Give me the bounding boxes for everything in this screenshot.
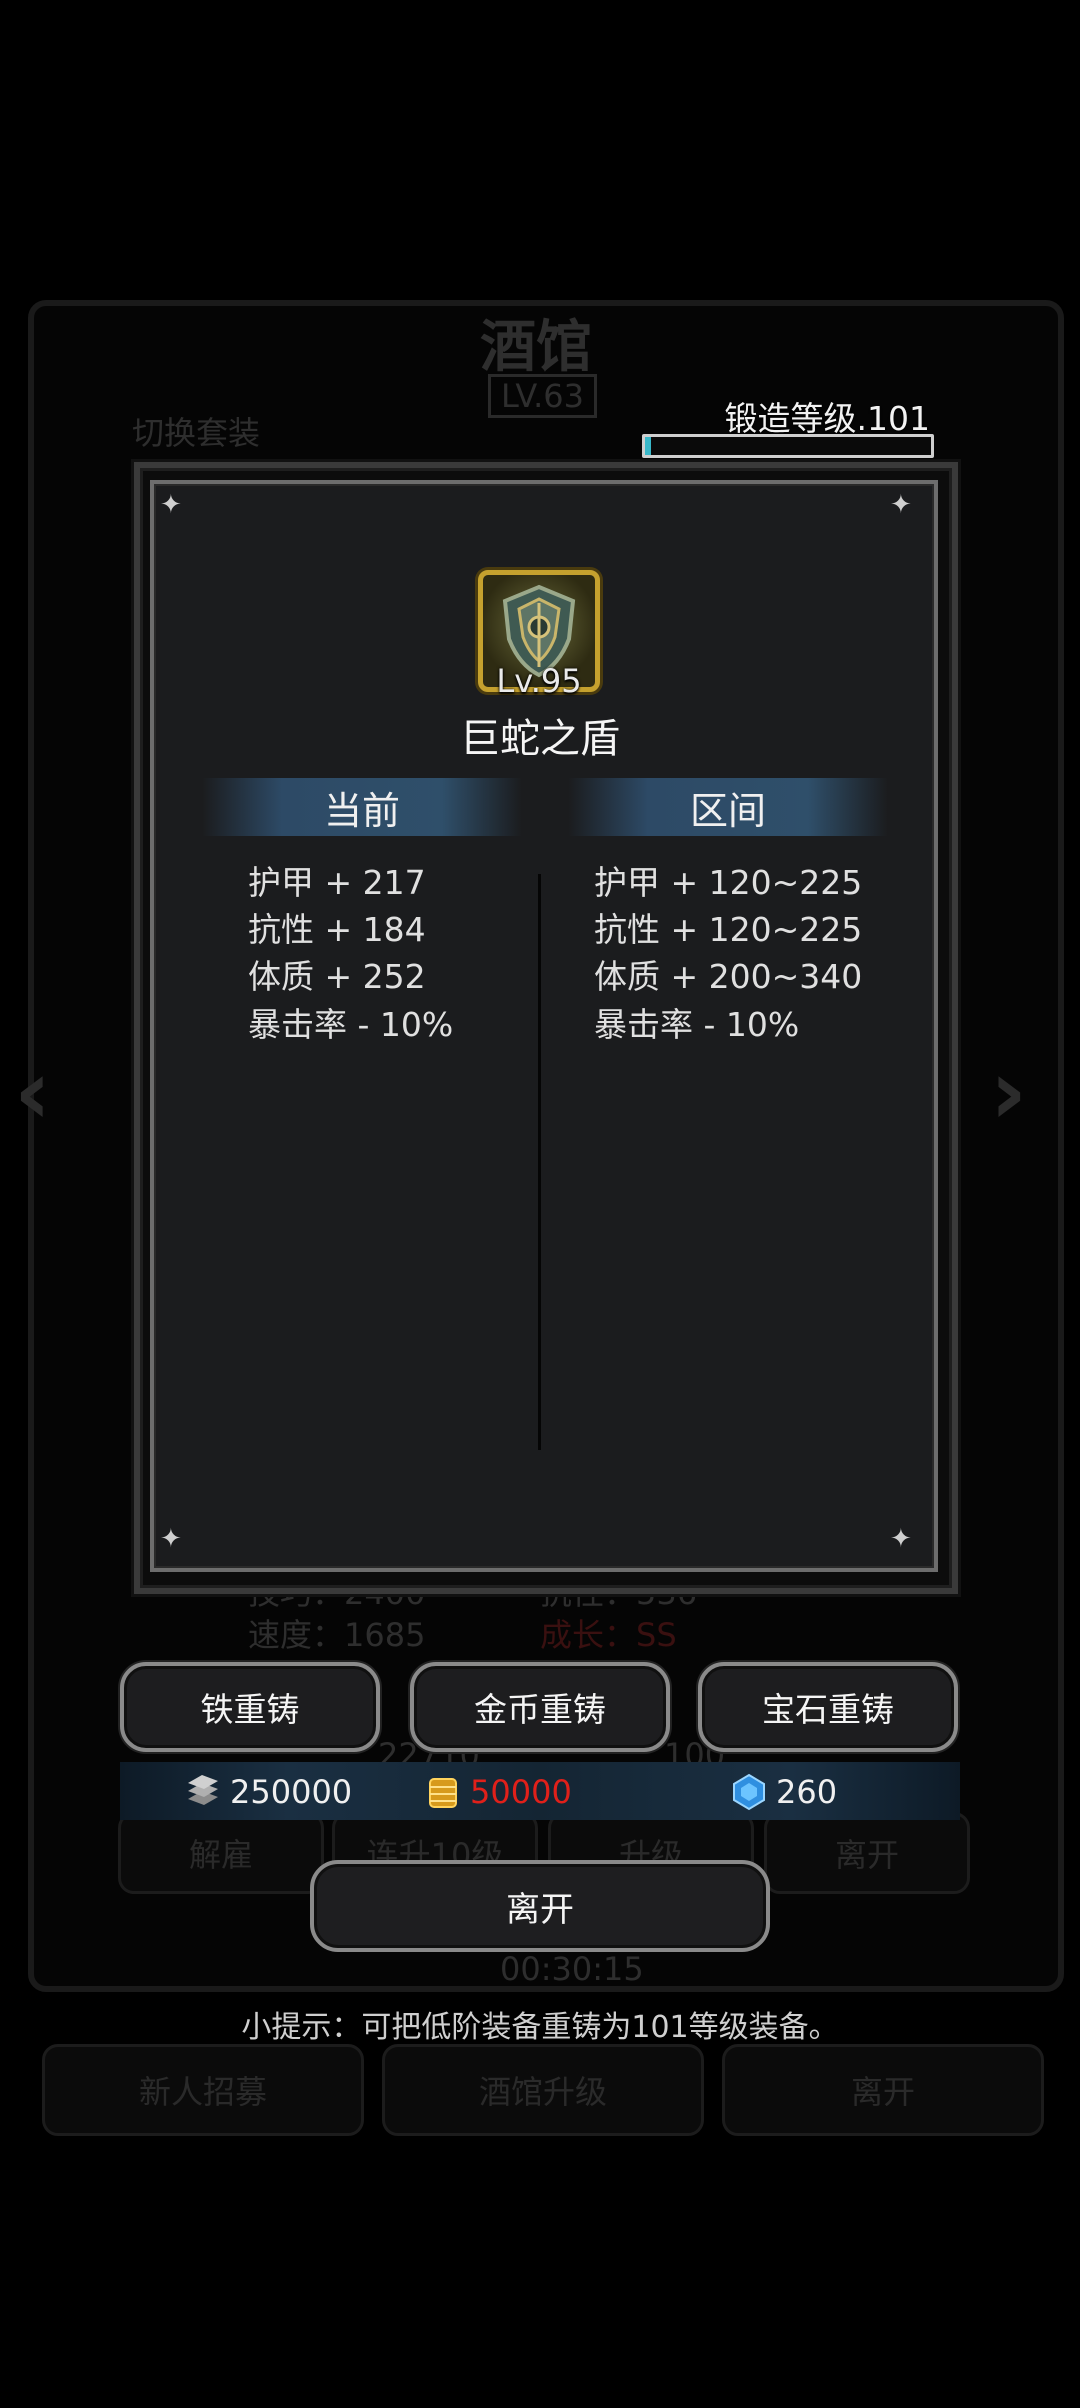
range-column-header: 区间 — [568, 778, 888, 836]
corner-ornament-icon: ✦ — [160, 490, 182, 520]
corner-ornament-icon: ✦ — [890, 490, 912, 520]
gem-amount: 260 — [776, 1773, 838, 1811]
bg-switch-set: 切换套装 — [132, 414, 261, 452]
gem-resource: 260 — [730, 1770, 837, 1814]
bg-bottom-leave-button: 离开 — [722, 2044, 1044, 2136]
next-arrow-icon: › — [990, 1040, 1028, 1145]
bg-stat: 成长：SS — [540, 1616, 677, 1654]
gem-reforge-button[interactable]: 宝石重铸 — [698, 1662, 958, 1752]
bg-timer: 00:30:15 — [500, 1950, 644, 1988]
bg-recruit-button: 新人招募 — [42, 2044, 364, 2136]
current-stat: 体质 + 252 — [248, 957, 426, 996]
iron-ingot-icon — [184, 1773, 222, 1811]
current-column-header: 当前 — [202, 778, 522, 836]
range-stat: 抗性 + 120~225 — [594, 910, 863, 949]
range-stat: 暴击率 - 10% — [594, 1005, 800, 1044]
current-stat: 暴击率 - 10% — [248, 1005, 454, 1044]
range-stat: 体质 + 200~340 — [594, 957, 863, 996]
bg-tavern-title: 酒馆 — [480, 315, 592, 380]
blue-gem-icon — [730, 1773, 768, 1811]
range-stat: 护甲 + 120~225 — [594, 863, 863, 902]
current-stat: 抗性 + 184 — [248, 910, 426, 949]
iron-resource: 250000 — [184, 1770, 352, 1814]
forge-level-label: 锻造等级.101 — [724, 399, 930, 438]
forge-progress-fill — [645, 437, 651, 455]
bg-leave-button: 离开 — [764, 1812, 970, 1894]
bg-stat: 速度：1685 — [248, 1616, 426, 1654]
gold-coin-icon — [424, 1773, 462, 1811]
gold-amount: 50000 — [470, 1773, 572, 1811]
corner-ornament-icon: ✦ — [890, 1524, 912, 1554]
prev-arrow-icon: ‹ — [14, 1040, 52, 1145]
iron-amount: 250000 — [230, 1773, 353, 1811]
corner-ornament-icon: ✦ — [160, 1524, 182, 1554]
tip-text: 小提示：可把低阶装备重铸为101等级装备。 — [241, 2010, 839, 2045]
bg-tavern-level: LV.63 — [488, 374, 597, 418]
column-divider — [538, 874, 541, 1450]
gold-resource: 50000 — [424, 1770, 572, 1814]
item-name: 巨蛇之盾 — [460, 716, 620, 762]
bg-tavern-upgrade-button: 酒馆升级 — [382, 2044, 704, 2136]
current-stat: 护甲 + 217 — [248, 863, 426, 902]
gold-reforge-button[interactable]: 金币重铸 — [410, 1662, 670, 1752]
leave-button[interactable]: 离开 — [310, 1860, 770, 1952]
item-level: Lv.95 — [496, 662, 582, 700]
iron-reforge-button[interactable]: 铁重铸 — [120, 1662, 380, 1752]
forge-progress-bar — [642, 434, 934, 458]
bg-dismiss-button: 解雇 — [118, 1812, 324, 1894]
